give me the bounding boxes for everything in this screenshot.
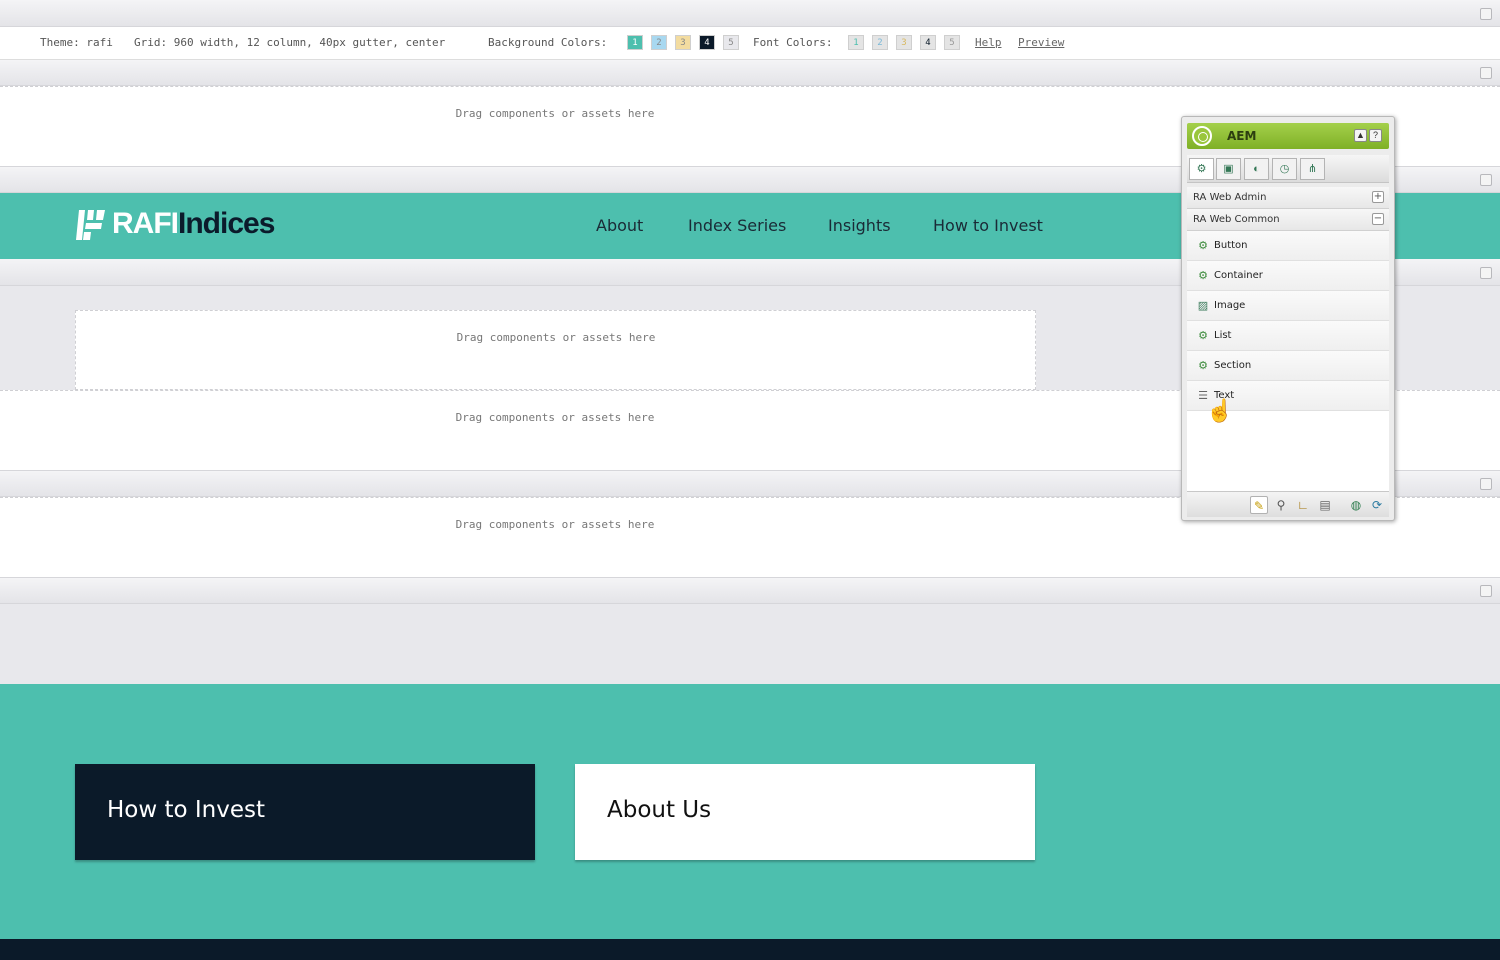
font-color-swatch-3[interactable]: 3 [896, 35, 912, 50]
logo-wordmark[interactable]: RAFIIndices [112, 207, 275, 241]
bg-color-swatch-4[interactable]: 4 [699, 35, 715, 50]
component-label: Section [1214, 360, 1252, 371]
editor-band [0, 578, 1500, 604]
tab-components[interactable]: ⚙ [1189, 158, 1214, 180]
component-list[interactable]: ⚙ List [1187, 321, 1389, 351]
logo-rafi: RAFI [112, 207, 179, 240]
band-checkbox[interactable] [1480, 8, 1492, 20]
component-list: ⚙ Button ⚙ Container ▨ Image ⚙ List ⚙ Se… [1187, 231, 1389, 491]
drop-zone-text: Drag components or assets here [455, 411, 655, 424]
theme-info: Theme: rafi [40, 36, 113, 49]
font-color-swatch-5[interactable]: 5 [944, 35, 960, 50]
font-colors-label: Font Colors: [753, 36, 833, 49]
component-icon: ⚙ [1198, 239, 1208, 252]
font-color-swatch-2[interactable]: 2 [872, 35, 888, 50]
expand-icon[interactable]: + [1372, 191, 1384, 203]
card-title: How to Invest [107, 797, 266, 823]
edit-mode-icon[interactable]: ✎ [1250, 496, 1268, 514]
band-checkbox[interactable] [1480, 585, 1492, 597]
card-title: About Us [607, 797, 712, 823]
how-to-invest-card[interactable]: How to Invest [75, 764, 535, 860]
component-icon: ⚙ [1198, 269, 1208, 282]
group-ra-web-admin[interactable]: RA Web Admin + [1187, 187, 1389, 209]
component-container[interactable]: ⚙ Container [1187, 261, 1389, 291]
help-icon[interactable]: ? [1369, 129, 1382, 142]
group-ra-web-common[interactable]: RA Web Common − [1187, 209, 1389, 231]
nav-about[interactable]: About [596, 216, 643, 235]
page-properties-icon[interactable]: ▤ [1316, 496, 1334, 514]
nav-how-to-invest[interactable]: How to Invest [933, 216, 1043, 235]
tab-page[interactable]: ▣ [1216, 158, 1241, 180]
drop-zone-text: Drag components or assets here [456, 331, 656, 344]
component-icon: ⚙ [1198, 329, 1208, 342]
editor-band [0, 60, 1500, 86]
collapse-group-icon[interactable]: − [1372, 213, 1384, 225]
design-mode-icon[interactable]: ∟ [1294, 496, 1312, 514]
site-footer [0, 939, 1500, 960]
tab-workflow[interactable]: ◐ [1244, 158, 1269, 180]
collapse-icon[interactable]: ▲ [1354, 129, 1367, 142]
hand-cursor-icon: ☝ [1206, 398, 1234, 423]
tab-sitemap[interactable]: ⋔ [1300, 158, 1325, 180]
band-checkbox[interactable] [1480, 478, 1492, 490]
sidekick-tabs: ⚙ ▣ ◐ ◷ ⋔ [1187, 155, 1389, 183]
bg-colors-label: Background Colors: [488, 36, 608, 49]
band-checkbox[interactable] [1480, 267, 1492, 279]
drop-zone[interactable]: Drag components or assets here [75, 310, 1036, 390]
component-section[interactable]: ⚙ Section [1187, 351, 1389, 381]
preview-mode-icon[interactable]: ⚲ [1272, 496, 1290, 514]
grid-info: Grid: 960 width, 12 column, 40px gutter,… [134, 36, 446, 49]
about-us-card[interactable]: About Us [575, 764, 1035, 860]
sidekick-header[interactable]: AEM ▲ ? [1187, 123, 1389, 149]
bg-color-swatch-5[interactable]: 5 [723, 35, 739, 50]
refresh-icon[interactable]: ⟳ [1368, 496, 1386, 514]
website-icon[interactable]: ◍ [1347, 496, 1365, 514]
theme-toolbar: Theme: rafi Grid: 960 width, 12 column, … [0, 27, 1500, 60]
component-label: Button [1214, 240, 1248, 251]
drop-zone-text: Drag components or assets here [455, 518, 655, 531]
sidekick-footer: ✎ ⚲ ∟ ▤ ◍ ⟳ [1187, 491, 1389, 517]
component-label: Container [1214, 270, 1263, 281]
band-checkbox[interactable] [1480, 174, 1492, 186]
sidekick-title: AEM [1227, 129, 1257, 143]
editor-band [0, 0, 1500, 27]
bg-color-swatch-2[interactable]: 2 [651, 35, 667, 50]
group-label: RA Web Common [1193, 214, 1280, 225]
component-image[interactable]: ▨ Image [1187, 291, 1389, 321]
rafi-logo-icon [76, 210, 105, 240]
font-color-swatch-1[interactable]: 1 [848, 35, 864, 50]
tab-versions[interactable]: ◷ [1272, 158, 1297, 180]
help-link[interactable]: Help [975, 36, 1002, 49]
component-icon: ⚙ [1198, 359, 1208, 372]
aem-sidekick[interactable]: AEM ▲ ? ⚙ ▣ ◐ ◷ ⋔ RA Web Admin + RA Web … [1181, 116, 1395, 521]
bg-color-swatch-1[interactable]: 1 [627, 35, 643, 50]
component-button[interactable]: ⚙ Button [1187, 231, 1389, 261]
component-label: List [1214, 330, 1232, 341]
band-checkbox[interactable] [1480, 67, 1492, 79]
bg-color-swatch-3[interactable]: 3 [675, 35, 691, 50]
preview-link[interactable]: Preview [1018, 36, 1064, 49]
font-color-swatch-4[interactable]: 4 [920, 35, 936, 50]
image-icon: ▨ [1197, 299, 1209, 312]
component-label: Image [1214, 300, 1246, 311]
drop-zone-text: Drag components or assets here [455, 107, 655, 120]
aem-logo-icon [1192, 126, 1212, 146]
nav-index-series[interactable]: Index Series [688, 216, 786, 235]
logo-indices: Indices [178, 207, 275, 240]
group-label: RA Web Admin [1193, 192, 1267, 203]
nav-insights[interactable]: Insights [828, 216, 891, 235]
